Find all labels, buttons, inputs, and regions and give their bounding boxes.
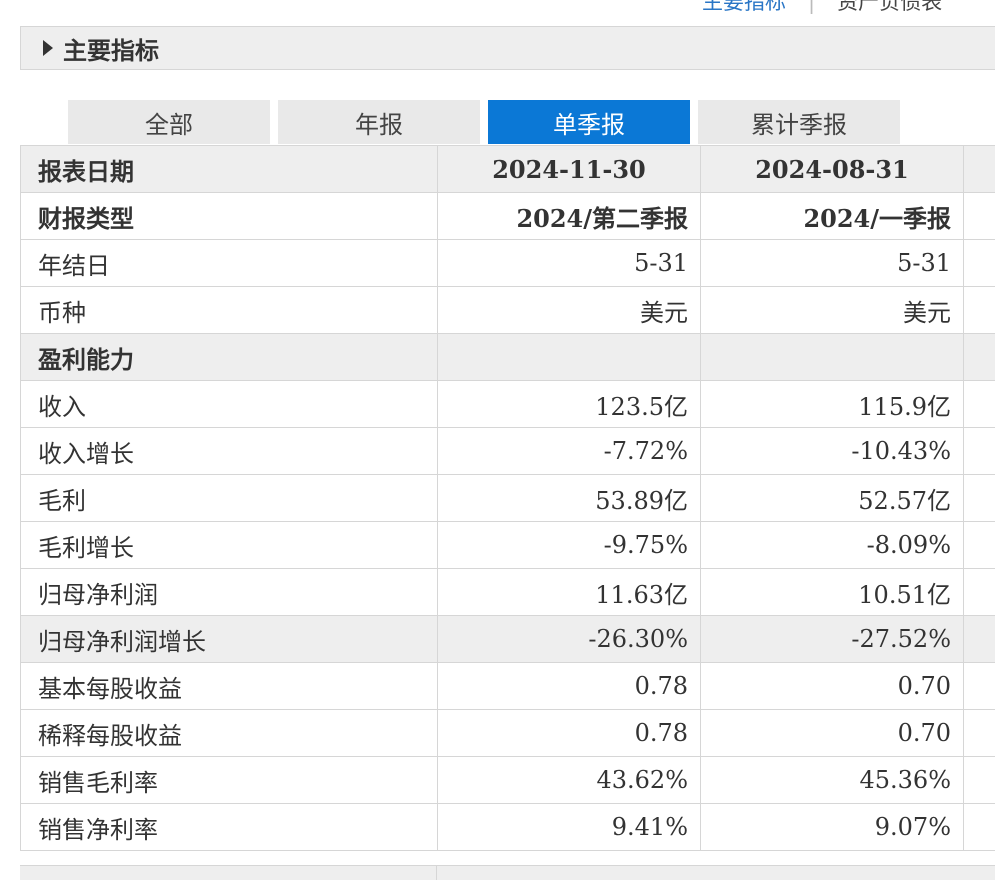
row-overflow-cell [964,287,995,334]
row-value-col1: 0.78 [438,663,701,710]
top-nav-links: 主要指标 | 资产负债表 [702,0,942,16]
balance-sheet-link[interactable]: 资产负债表 [837,0,942,14]
table-row: 报表日期2024-11-302024-08-31 [21,146,995,193]
table-row: 销售净利率9.41%9.07% [21,804,995,851]
row-label: 报表日期 [21,146,438,193]
row-overflow-cell [964,616,995,663]
row-overflow-cell [964,146,995,193]
row-value-col1: -9.75% [438,522,701,569]
table-row: 基本每股收益0.780.70 [21,663,995,710]
tab-annual[interactable]: 年报 [278,100,480,144]
row-value-col1: 43.62% [438,757,701,804]
section-header[interactable]: 主要指标 [20,26,995,70]
row-label: 销售净利率 [21,804,438,851]
row-overflow-cell [964,757,995,804]
row-value-col1: 9.41% [438,804,701,851]
table-row: 盈利能力 [21,334,995,381]
row-value-col2: 2024/一季报 [701,193,964,240]
row-value-col2 [701,334,964,381]
row-value-col1: -26.30% [438,616,701,663]
table-row: 稀释每股收益0.780.70 [21,710,995,757]
financial-indicators-table: 报表日期2024-11-302024-08-31财报类型2024/第二季报202… [20,145,995,851]
row-label: 毛利 [21,475,438,522]
row-value-col2: 9.07% [701,804,964,851]
row-value-col1: 5-31 [438,240,701,287]
row-value-col1: 2024/第二季报 [438,193,701,240]
row-value-col1: 123.5亿 [438,381,701,428]
row-label: 财报类型 [21,193,438,240]
row-label: 收入增长 [21,428,438,475]
table-row: 收入增长-7.72%-10.43% [21,428,995,475]
row-overflow-cell [964,710,995,757]
table-row: 年结日5-315-31 [21,240,995,287]
row-overflow-cell [964,569,995,616]
row-value-col2: -10.43% [701,428,964,475]
row-value-col2: 0.70 [701,710,964,757]
row-value-col1: 0.78 [438,710,701,757]
row-overflow-cell [964,522,995,569]
row-overflow-cell [964,804,995,851]
row-value-col1: -7.72% [438,428,701,475]
row-overflow-cell [964,663,995,710]
table-row: 毛利增长-9.75%-8.09% [21,522,995,569]
row-label: 收入 [21,381,438,428]
row-label: 币种 [21,287,438,334]
table-row: 归母净利润11.63亿10.51亿 [21,569,995,616]
row-overflow-cell [964,334,995,381]
table-row: 归母净利润增长-26.30%-27.52% [21,616,995,663]
table-row: 币种美元美元 [21,287,995,334]
row-label: 年结日 [21,240,438,287]
row-value-col2: 45.36% [701,757,964,804]
row-value-col2: -8.09% [701,522,964,569]
row-value-col2: 115.9亿 [701,381,964,428]
row-value-col1: 2024-11-30 [438,146,701,193]
row-label: 归母净利润 [21,569,438,616]
table-row: 收入123.5亿115.9亿 [21,381,995,428]
row-value-col1: 美元 [438,287,701,334]
row-value-col2: 52.57亿 [701,475,964,522]
row-value-col1 [438,334,701,381]
tab-single-quarter[interactable]: 单季报 [488,100,690,144]
main-indicators-link[interactable]: 主要指标 [702,0,786,14]
row-label: 盈利能力 [21,334,438,381]
link-separator: | [808,0,815,14]
row-label: 毛利增长 [21,522,438,569]
table-row: 毛利53.89亿52.57亿 [21,475,995,522]
row-label: 销售毛利率 [21,757,438,804]
row-value-col2: 0.70 [701,663,964,710]
tab-cumulative-quarter[interactable]: 累计季报 [698,100,900,144]
row-overflow-cell [964,193,995,240]
row-overflow-cell [964,428,995,475]
row-overflow-cell [964,475,995,522]
row-value-col2: 2024-08-31 [701,146,964,193]
tab-all[interactable]: 全部 [68,100,270,144]
next-group-row [20,865,995,880]
row-value-col2: 5-31 [701,240,964,287]
section-title: 主要指标 [63,31,159,66]
row-label: 基本每股收益 [21,663,438,710]
row-value-col2: 10.51亿 [701,569,964,616]
row-value-col1: 53.89亿 [438,475,701,522]
row-label: 归母净利润增长 [21,616,438,663]
table-row: 销售毛利率43.62%45.36% [21,757,995,804]
table-row: 财报类型2024/第二季报2024/一季报 [21,193,995,240]
expand-triangle-icon[interactable] [43,40,53,56]
row-value-col1: 11.63亿 [438,569,701,616]
row-overflow-cell [964,381,995,428]
row-value-col2: 美元 [701,287,964,334]
row-value-col2: -27.52% [701,616,964,663]
row-overflow-cell [964,240,995,287]
row-label: 稀释每股收益 [21,710,438,757]
